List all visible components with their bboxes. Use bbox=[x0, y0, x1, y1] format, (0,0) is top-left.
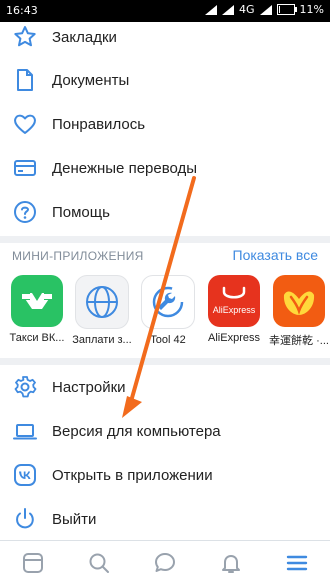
miniapp-name: Такси ВК... bbox=[9, 332, 65, 344]
miniapp-name: AliExpress bbox=[208, 332, 260, 344]
heart-icon bbox=[14, 114, 36, 134]
signal-icon bbox=[222, 4, 235, 15]
menu-item-open-in-app[interactable]: Открыть в приложении bbox=[0, 455, 330, 495]
menu-label: Денежные переводы bbox=[52, 159, 198, 177]
menu-label: Закладки bbox=[52, 28, 117, 46]
gear-icon bbox=[14, 376, 37, 398]
menu-icon[interactable] bbox=[285, 551, 309, 575]
menu-label: Документы bbox=[52, 71, 130, 89]
section-divider bbox=[0, 358, 330, 365]
search-icon[interactable] bbox=[87, 551, 111, 575]
menu-label: Настройки bbox=[52, 378, 126, 396]
notifications-icon[interactable] bbox=[219, 551, 243, 575]
menu-item-settings[interactable]: Настройки bbox=[0, 367, 330, 407]
section-divider bbox=[0, 236, 330, 243]
credit-card-icon bbox=[14, 160, 36, 176]
signal-icon bbox=[205, 4, 218, 15]
menu-label: Выйти bbox=[52, 510, 97, 528]
miniapp-taxi[interactable]: Такси ВК... bbox=[4, 275, 70, 344]
news-icon[interactable] bbox=[21, 551, 45, 575]
menu-item-money-transfers[interactable]: Денежные переводы bbox=[0, 148, 330, 188]
miniapp-name: Tool 42 bbox=[150, 334, 186, 346]
menu-label: Открыть в приложении bbox=[52, 466, 213, 484]
battery-percent: 11% bbox=[299, 3, 324, 16]
menu-label: Понравилось bbox=[52, 115, 146, 133]
menu-label: Версия для компьютера bbox=[52, 422, 221, 440]
messages-icon[interactable] bbox=[153, 551, 177, 575]
aliexpress-logo-text: AliExpress bbox=[213, 305, 256, 315]
menu-item-documents[interactable]: Документы bbox=[0, 60, 330, 100]
menu-item-logout[interactable]: Выйти bbox=[0, 499, 330, 539]
power-icon bbox=[16, 508, 34, 529]
fortune-cookie-icon bbox=[273, 275, 325, 327]
battery-icon bbox=[276, 4, 297, 15]
miniapp-name: 幸運餅乾 ·... bbox=[269, 335, 329, 347]
wrench-icon bbox=[141, 275, 195, 329]
document-icon bbox=[17, 69, 33, 91]
menu-label: Помощь bbox=[52, 203, 110, 221]
miniapp-name: Заплати з... bbox=[72, 334, 132, 346]
help-icon bbox=[14, 201, 36, 223]
menu-item-liked[interactable]: Понравилось bbox=[0, 104, 330, 144]
menu-item-help[interactable]: Помощь bbox=[0, 192, 330, 232]
show-all-link[interactable]: Показать все bbox=[233, 247, 318, 263]
signal-icon bbox=[259, 4, 272, 15]
aliexpress-icon: AliExpress bbox=[208, 275, 260, 327]
status-icons: 4G 11% bbox=[205, 3, 324, 16]
taxi-icon bbox=[11, 275, 63, 327]
vk-logo-icon bbox=[14, 464, 36, 486]
globe-icon bbox=[75, 275, 129, 329]
miniapp-pay[interactable]: Заплати з... bbox=[69, 275, 135, 346]
star-icon bbox=[14, 26, 36, 47]
bottom-tab-bar bbox=[0, 540, 330, 587]
miniapp-aliexpress[interactable]: AliExpress AliExpress bbox=[201, 275, 267, 344]
miniapp-tool42[interactable]: Tool 42 bbox=[135, 275, 201, 346]
menu-item-desktop-version[interactable]: Версия для компьютера bbox=[0, 411, 330, 451]
miniapps-title: МИНИ-ПРИЛОЖЕНИЯ bbox=[12, 249, 144, 263]
network-type: 4G bbox=[239, 3, 255, 16]
menu-item-bookmarks[interactable]: Закладки bbox=[0, 17, 330, 57]
miniapp-fortune-cookie[interactable]: 幸運餅乾 ·... bbox=[266, 275, 330, 348]
laptop-icon bbox=[13, 424, 37, 440]
status-time: 16:43 bbox=[6, 4, 38, 17]
